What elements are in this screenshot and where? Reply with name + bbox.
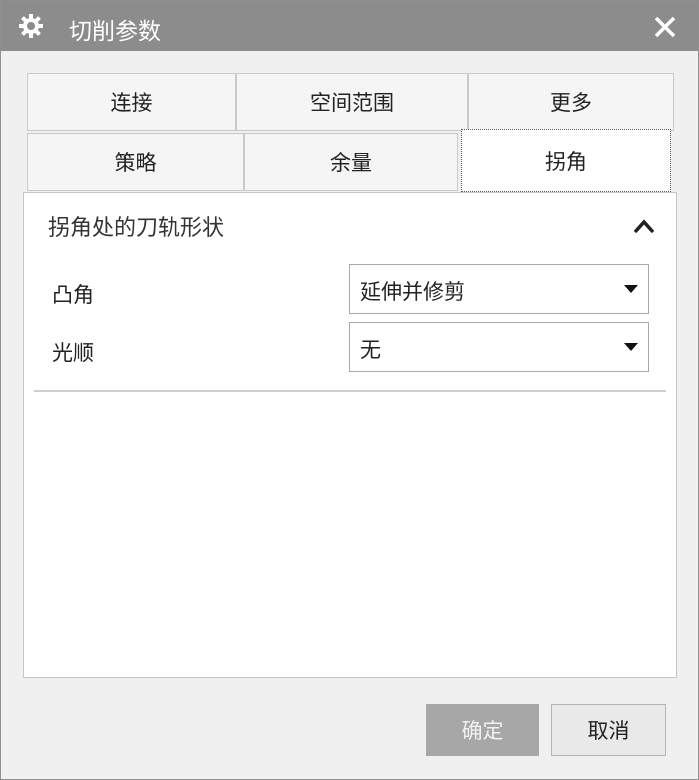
dropdown-arrow-icon xyxy=(624,343,638,351)
cancel-label: 取消 xyxy=(587,719,630,743)
convex-corner-select[interactable]: 延伸并修剪 xyxy=(349,264,649,314)
tab-connection[interactable]: 连接 xyxy=(27,73,236,131)
ok-label: 确定 xyxy=(461,719,504,743)
tab-label: 连接 xyxy=(110,91,153,115)
smoothing-label: 光顺 xyxy=(52,341,94,365)
cancel-button[interactable]: 取消 xyxy=(551,704,666,756)
gear-icon xyxy=(19,14,43,38)
select-value: 延伸并修剪 xyxy=(360,280,465,304)
chevron-up-icon[interactable] xyxy=(630,213,658,241)
tab-label: 策略 xyxy=(114,151,157,175)
tab-stock[interactable]: 余量 xyxy=(244,133,458,191)
cut-parameters-dialog: 切削参数 连接 空间范围 更多 策略 余量 拐角 拐角处的刀轨形状 凸角 延伸并… xyxy=(0,0,699,780)
tab-corners[interactable]: 拐角 xyxy=(461,129,671,192)
select-value: 无 xyxy=(360,338,381,362)
corners-panel: 拐角处的刀轨形状 凸角 延伸并修剪 光顺 无 xyxy=(23,192,677,678)
ok-button[interactable]: 确定 xyxy=(426,704,539,756)
tab-more[interactable]: 更多 xyxy=(468,73,674,131)
group-title: 拐角处的刀轨形状 xyxy=(48,216,225,241)
close-icon[interactable] xyxy=(649,11,681,43)
tab-label: 拐角 xyxy=(545,149,587,174)
dialog-title: 切削参数 xyxy=(69,19,161,45)
divider xyxy=(34,390,666,392)
tab-strategy[interactable]: 策略 xyxy=(27,133,244,191)
tab-label: 余量 xyxy=(330,151,372,175)
tab-spatial-range[interactable]: 空间范围 xyxy=(236,73,468,131)
title-bar[interactable]: 切削参数 xyxy=(1,1,698,51)
tab-label: 更多 xyxy=(550,91,592,115)
tab-label: 空间范围 xyxy=(310,91,394,115)
convex-corner-label: 凸角 xyxy=(52,283,94,307)
dropdown-arrow-icon xyxy=(624,285,638,293)
smoothing-select[interactable]: 无 xyxy=(349,322,649,372)
